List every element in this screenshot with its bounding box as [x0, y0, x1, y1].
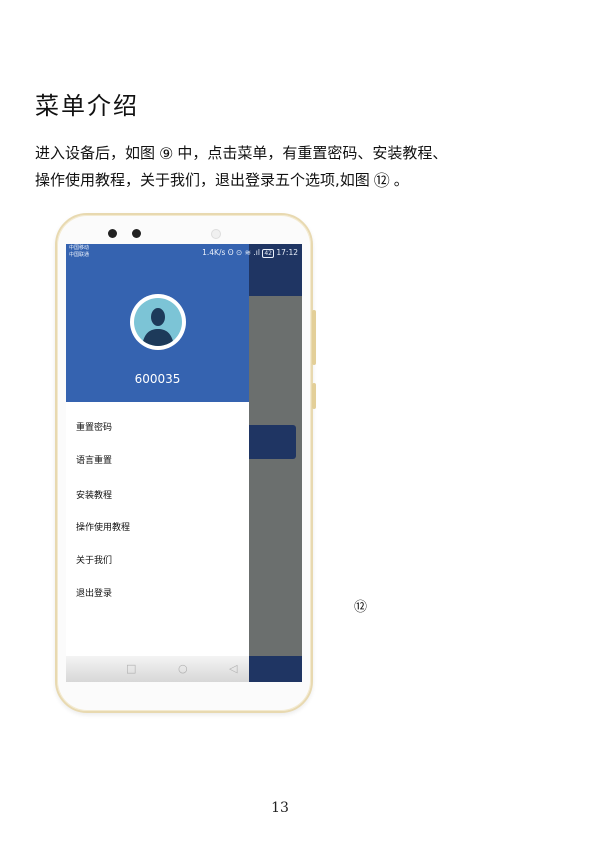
status-time: 17:12 [276, 248, 298, 257]
menu-item-about-us[interactable]: 关于我们 [76, 553, 112, 566]
avatar[interactable] [130, 294, 186, 350]
figure-ref-12: ⑫ [373, 170, 390, 190]
circle-home-icon[interactable]: ○ [178, 663, 188, 675]
square-nav-icon[interactable]: □ [126, 663, 136, 675]
battery-icon: 42 [262, 249, 274, 258]
line1-tail: 中，点击菜单，有重置密码、安装教程、 [177, 144, 448, 162]
menu-item-operation-tutorial[interactable]: 操作使用教程 [76, 520, 130, 533]
figure-number: ⑫ [354, 600, 368, 615]
paragraph-line-1: 进入设备后，如图 ⑨ 中，点击菜单，有重置密码、安装教程、 [35, 140, 575, 167]
line2-tail: 。 [393, 171, 409, 189]
sensor-icon [132, 229, 141, 238]
status-bar-right: 1.4K/s ʘ ⊙ ≋ .ıl 42 17:12 [66, 244, 302, 262]
navigation-drawer: 中国移动 中国联通 600035 重置密码 语言重置 安装教程 操作使用教程 关… [66, 244, 249, 682]
menu-item-reset-password[interactable]: 重置密码 [76, 420, 112, 433]
figure-ref-9: ⑨ [159, 143, 174, 163]
page-title: 菜单介绍 [35, 92, 139, 120]
menu-item-logout[interactable]: 退出登录 [76, 586, 112, 599]
line1-text: 进入设备后，如图 [35, 144, 156, 162]
phone-screen: 中国移动 中国联通 600035 重置密码 语言重置 安装教程 操作使用教程 关… [66, 244, 302, 682]
line2-text: 操作使用教程，关于我们，退出登录五个选项,如图 [35, 171, 370, 189]
username: 600035 [134, 372, 181, 386]
power-button [312, 383, 316, 409]
light-sensor-icon [211, 229, 221, 239]
status-battery: 42 [264, 250, 272, 257]
status-right: 1.4K/s ʘ ⊙ ≋ .ıl 42 17:12 [202, 248, 298, 258]
drawer-header: 中国移动 中国联通 600035 [66, 244, 249, 402]
menu-item-install-tutorial[interactable]: 安装教程 [76, 488, 112, 501]
page-number: 13 [271, 800, 289, 816]
background-button [244, 425, 296, 459]
paragraph-line-2: 操作使用教程，关于我们，退出登录五个选项,如图 ⑫。 [35, 167, 575, 194]
status-icons: ʘ ⊙ ≋ .ıl [227, 248, 260, 257]
intro-paragraph: 进入设备后，如图 ⑨ 中，点击菜单，有重置密码、安装教程、 操作使用教程，关于我们，… [35, 140, 575, 194]
system-nav-bar: □ ○ ◁ [66, 656, 249, 682]
status-speed: 1.4K/s [202, 248, 226, 257]
avatar-person-icon [134, 298, 182, 346]
triangle-back-icon[interactable]: ◁ [229, 663, 237, 675]
front-camera-icon [108, 229, 117, 238]
volume-button [312, 310, 316, 365]
menu-item-language-reset[interactable]: 语言重置 [76, 453, 112, 466]
